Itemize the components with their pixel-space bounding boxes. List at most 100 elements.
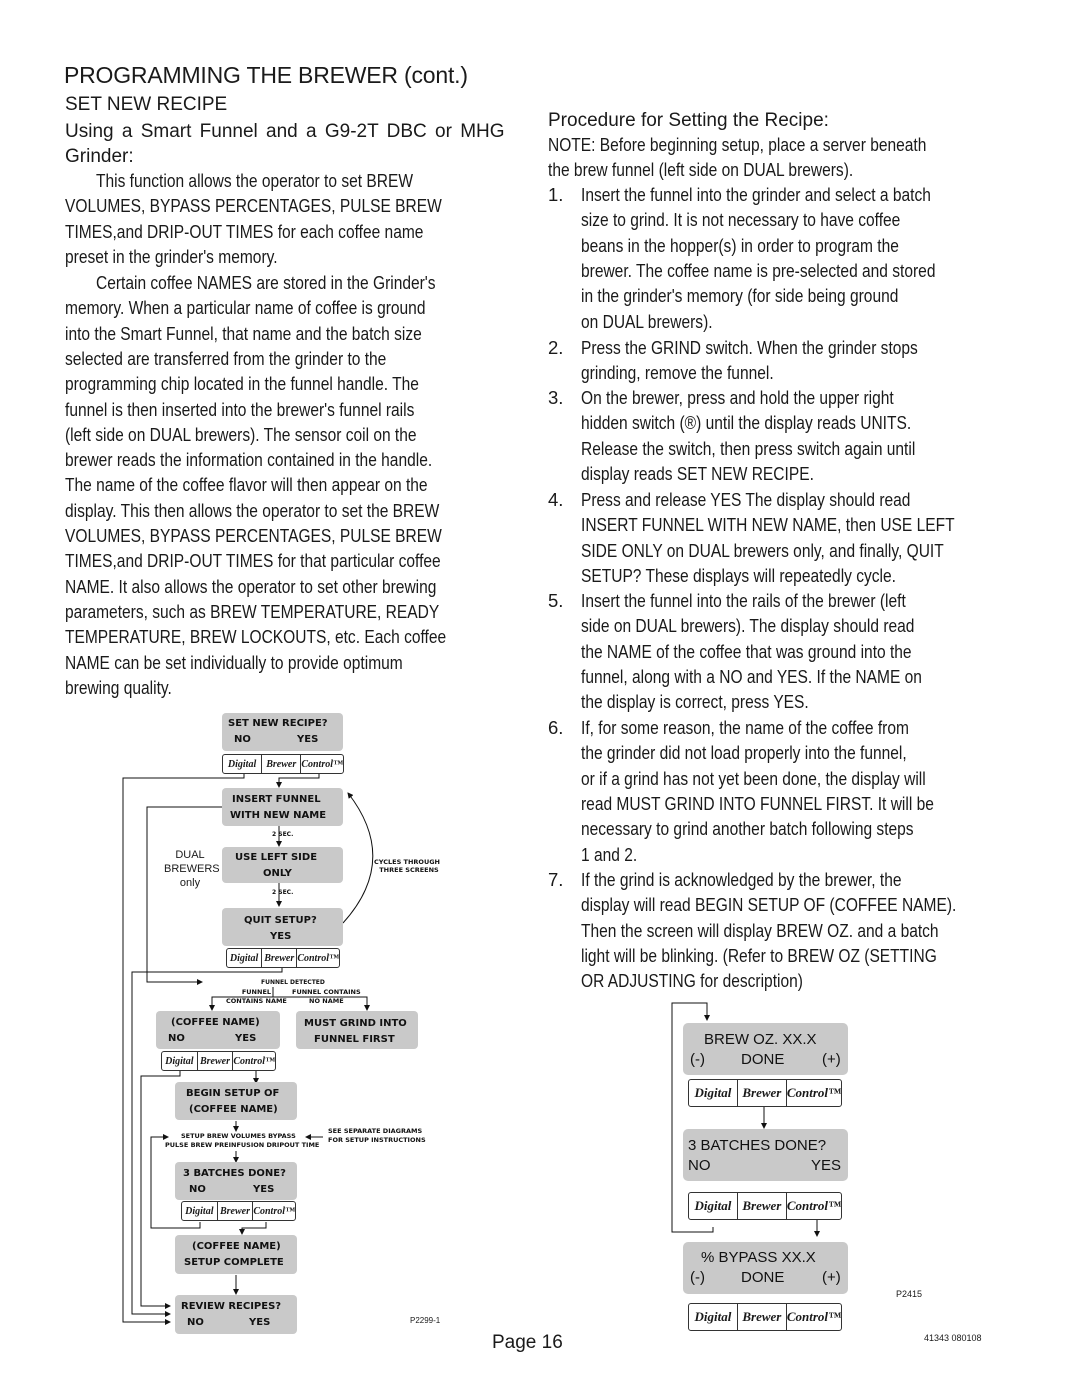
digital-button[interactable]: Digital (689, 1080, 738, 1106)
note-line: only (179, 877, 201, 889)
control-button[interactable]: Control™ (253, 1202, 295, 1220)
note-line: BREWERS (164, 863, 220, 875)
display-yes: YES (253, 1184, 275, 1195)
display-text: MUST GRIND INTO (304, 1018, 407, 1029)
control-panel-logo: Digital Brewer Control™ (688, 1192, 842, 1220)
control-button[interactable]: Control™ (787, 1080, 841, 1106)
note-line: PULSE BREW PREINFUSION DRIPOUT TIME (165, 1141, 320, 1149)
done-button: DONE (741, 1051, 785, 1068)
control-button[interactable]: Control™ (787, 1304, 841, 1330)
display-quit-setup: QUIT SETUP? YES (222, 908, 343, 946)
display-text: REVIEW RECIPES? (181, 1301, 282, 1312)
display-yes: YES (270, 931, 292, 942)
digital-button[interactable]: Digital (689, 1304, 738, 1330)
display-review-recipes: REVIEW RECIPES? NO YES (175, 1295, 297, 1334)
brewer-button[interactable]: Brewer (738, 1304, 787, 1330)
control-button[interactable]: Control™ (233, 1052, 275, 1070)
note-line: FUNNEL (241, 988, 272, 996)
digital-button[interactable]: Digital (162, 1052, 198, 1070)
note-line: FOR SETUP INSTRUCTIONS (328, 1136, 426, 1144)
control-button[interactable]: Control™ (297, 949, 339, 967)
control-panel-logo: Digital Brewer Control™ (688, 1079, 842, 1107)
display-batches-done-right: 3 BATCHES DONE? NO YES (683, 1129, 848, 1181)
display-text: SET NEW RECIPE? (228, 718, 328, 729)
plus-button: (+) (822, 1269, 841, 1286)
display-text: (COFFEE NAME) (192, 1241, 281, 1252)
display-text: FUNNEL FIRST (314, 1034, 395, 1045)
plus-button: (+) (822, 1051, 841, 1068)
display-text: BEGIN SETUP OF (186, 1088, 280, 1099)
control-panel-logo: Digital Brewer Control™ (181, 1201, 296, 1221)
display-coffee-name: (COFFEE NAME) NO YES (156, 1011, 280, 1049)
display-batches-done: 3 BATCHES DONE? NO YES (175, 1162, 297, 1200)
delay-label: 2 SEC. (272, 831, 294, 838)
display-no: NO (234, 734, 251, 745)
display-no: NO (688, 1157, 711, 1174)
cycle-note: CYCLES THROUGH THREE SCREENS (374, 858, 440, 874)
note-line: SEE SEPARATE DIAGRAMS (328, 1127, 423, 1135)
display-text: % BYPASS XX.X (701, 1249, 816, 1266)
document-code: 41343 080108 (924, 1333, 982, 1343)
note-line: THREE SCREENS (379, 866, 439, 874)
flowchart-connectors (122, 772, 820, 1325)
branch-no-name: FUNNEL CONTAINS NO NAME (292, 988, 361, 1006)
note-line: NO NAME (309, 997, 344, 1005)
figure-id-left: P2299-1 (410, 1316, 441, 1325)
control-panel-logo: Digital Brewer Control™ (226, 948, 340, 968)
figure-id-right: P2415 (896, 1289, 923, 1299)
funnel-detected-label: FUNNEL DETECTED (261, 979, 325, 986)
display-yes: YES (235, 1033, 257, 1044)
branch-contains-name: FUNNEL CONTAINS NAME (226, 988, 287, 1006)
delay-label: 2 SEC. (272, 889, 294, 896)
brewer-button[interactable]: Brewer (218, 1202, 254, 1220)
control-button[interactable]: Control™ (301, 755, 343, 773)
display-bypass: % BYPASS XX.X (-) DONE (+) (683, 1242, 848, 1294)
display-text: WITH NEW NAME (230, 810, 327, 821)
digital-button[interactable]: Digital (227, 949, 263, 967)
note-line: SETUP BREW VOLUMES BYPASS (181, 1132, 296, 1140)
note-line: DUAL (175, 849, 205, 861)
see-separate-note: SEE SEPARATE DIAGRAMS FOR SETUP INSTRUCT… (328, 1127, 426, 1145)
display-text: BREW OZ. XX.X (704, 1031, 817, 1048)
display-text: 3 BATCHES DONE? (688, 1137, 827, 1154)
display-insert-funnel: INSERT FUNNEL WITH NEW NAME (222, 788, 343, 826)
display-no: NO (189, 1184, 206, 1195)
digital-button[interactable]: Digital (182, 1202, 218, 1220)
display-no: NO (168, 1033, 185, 1044)
control-panel-logo: Digital Brewer Control™ (222, 754, 344, 774)
brewer-button[interactable]: Brewer (262, 949, 298, 967)
minus-button: (-) (690, 1269, 705, 1286)
page-number: Page 16 (492, 1332, 563, 1353)
note-line: CYCLES THROUGH (374, 858, 440, 866)
note-line: FUNNEL CONTAINS (292, 988, 361, 996)
display-yes: YES (249, 1317, 271, 1328)
minus-button: (-) (690, 1051, 705, 1068)
display-text: (COFFEE NAME) (189, 1104, 278, 1115)
display-text: QUIT SETUP? (244, 915, 317, 926)
control-button[interactable]: Control™ (787, 1193, 841, 1219)
display-yes: YES (297, 734, 319, 745)
done-button: DONE (741, 1269, 785, 1286)
control-panel-logo: Digital Brewer Control™ (688, 1303, 842, 1331)
display-text: INSERT FUNNEL (232, 794, 321, 805)
display-must-grind: MUST GRIND INTO FUNNEL FIRST (296, 1011, 418, 1049)
setup-steps-label: SETUP BREW VOLUMES BYPASS PULSE BREW PRE… (165, 1132, 319, 1150)
control-panel-logo: Digital Brewer Control™ (161, 1051, 276, 1071)
display-setup-complete: (COFFEE NAME) SETUP COMPLETE (175, 1235, 297, 1274)
display-begin-setup: BEGIN SETUP OF (COFFEE NAME) (175, 1082, 297, 1120)
display-text: 3 BATCHES DONE? (183, 1168, 286, 1179)
brewer-button[interactable]: Brewer (738, 1080, 787, 1106)
display-no: NO (187, 1317, 204, 1328)
display-text: ONLY (263, 868, 292, 879)
digital-button[interactable]: Digital (689, 1193, 738, 1219)
display-text: USE LEFT SIDE (235, 852, 318, 863)
dual-brewers-note: DUAL BREWERS only (164, 848, 220, 890)
digital-button[interactable]: Digital (223, 755, 263, 773)
display-use-left-side: USE LEFT SIDE ONLY (222, 847, 343, 883)
note-line: CONTAINS NAME (226, 997, 287, 1005)
display-brew-oz: BREW OZ. XX.X (-) DONE (+) (683, 1023, 848, 1075)
brewer-button[interactable]: Brewer (738, 1193, 787, 1219)
display-set-new-recipe: SET NEW RECIPE? NO YES (222, 713, 343, 751)
brewer-button[interactable]: Brewer (262, 755, 302, 773)
brewer-button[interactable]: Brewer (198, 1052, 234, 1070)
